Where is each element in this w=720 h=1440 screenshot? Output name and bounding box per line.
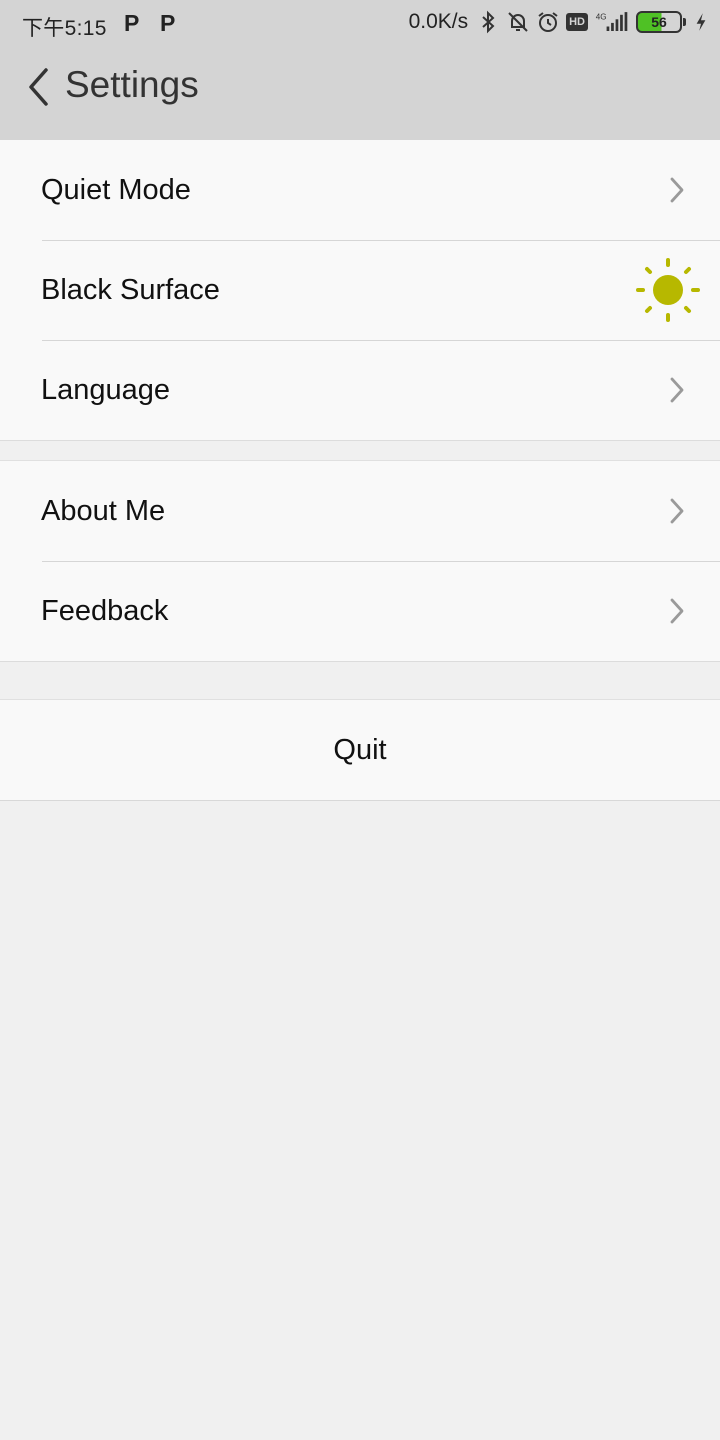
- notification-p-icon: P: [124, 10, 140, 36]
- chevron-right-icon: [670, 177, 684, 203]
- settings-item-label: Black Surface: [41, 273, 220, 306]
- chevron-right-icon: [670, 498, 684, 524]
- settings-item-black-surface[interactable]: Black Surface: [0, 240, 720, 340]
- signal-type-label: 4G: [596, 12, 607, 21]
- status-time: 下午5:15: [22, 17, 107, 40]
- battery-level: 56: [651, 14, 667, 30]
- status-icons: 0.0K/s HD 4G 56: [409, 10, 708, 34]
- quit-button[interactable]: Quit: [0, 699, 720, 801]
- top-bar: 下午5:15 P P 0.0K/s HD 4G 56 Settings: [0, 0, 720, 140]
- back-button[interactable]: [18, 62, 58, 112]
- chevron-right-icon: [670, 377, 684, 403]
- chevron-left-icon: [29, 68, 48, 106]
- status-bar: 下午5:15 P P 0.0K/s HD 4G 56: [0, 0, 720, 48]
- bell-off-icon: [508, 12, 528, 32]
- settings-item-label: Quiet Mode: [41, 173, 191, 206]
- settings-group-1: Quiet Mode Black Surface Language: [0, 140, 720, 441]
- notification-p-icon: P: [160, 10, 176, 36]
- signal-4g-icon: 4G: [596, 12, 628, 32]
- settings-item-label: Feedback: [41, 594, 169, 627]
- settings-group-2: About Me Feedback: [0, 460, 720, 662]
- alarm-icon: [538, 12, 558, 32]
- settings-item-label: About Me: [41, 494, 166, 527]
- sun-icon[interactable]: [636, 258, 700, 322]
- settings-item-label: Language: [41, 373, 171, 406]
- charging-icon: [696, 13, 706, 31]
- settings-item-feedback[interactable]: Feedback: [0, 561, 720, 661]
- battery-icon: 56: [636, 11, 686, 33]
- hd-icon: HD: [566, 13, 588, 31]
- bluetooth-icon: [482, 10, 495, 34]
- settings-item-quiet-mode[interactable]: Quiet Mode: [0, 140, 720, 240]
- chevron-right-icon: [670, 598, 684, 624]
- settings-item-language[interactable]: Language: [0, 340, 720, 440]
- page-title: Settings: [65, 64, 199, 105]
- settings-item-about-me[interactable]: About Me: [0, 461, 720, 561]
- network-speed: 0.0K/s: [408, 10, 469, 33]
